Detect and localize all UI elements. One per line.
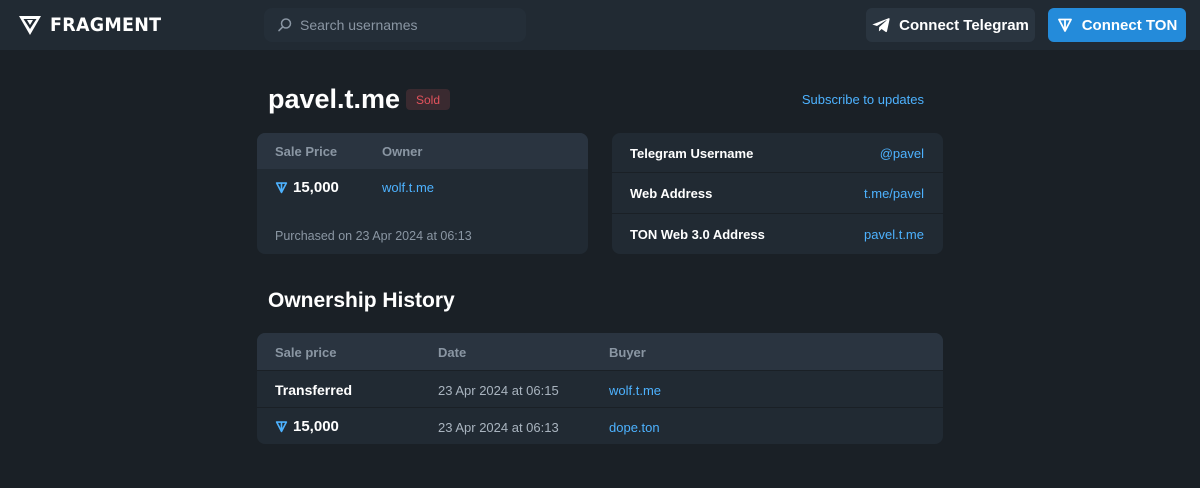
info-row-web-address: Web Address t.me/pavel xyxy=(612,173,943,214)
ton-icon xyxy=(1057,18,1072,32)
row-buyer-link[interactable]: dope.ton xyxy=(609,420,660,435)
info-label: Telegram Username xyxy=(630,146,754,161)
column-header-date: Date xyxy=(438,345,467,360)
row-date: 23 Apr 2024 at 06:15 xyxy=(438,383,559,398)
section-title: Ownership History xyxy=(268,289,455,312)
ton-icon xyxy=(275,421,288,433)
connect-ton-label: Connect TON xyxy=(1081,16,1178,34)
address-info-card: Telegram Username @pavel Web Address t.m… xyxy=(612,133,943,254)
table-row: Transferred 23 Apr 2024 at 06:15 wolf.t.… xyxy=(257,370,943,407)
sale-values-row: 15,000 wolf.t.me xyxy=(257,169,588,205)
row-buyer-link[interactable]: wolf.t.me xyxy=(609,383,661,398)
connect-telegram-button[interactable]: Connect Telegram xyxy=(866,8,1035,42)
fragment-logo-icon xyxy=(19,16,41,35)
subscribe-link[interactable]: Subscribe to updates xyxy=(802,92,924,107)
sale-price-value: 15,000 xyxy=(275,179,339,196)
info-row-telegram-username: Telegram Username @pavel xyxy=(612,133,943,174)
purchase-info: Purchased on 23 Apr 2024 at 06:13 xyxy=(257,205,588,254)
info-label: TON Web 3.0 Address xyxy=(630,226,765,242)
connect-ton-button[interactable]: Connect TON xyxy=(1048,8,1186,42)
owner-link[interactable]: wolf.t.me xyxy=(382,180,434,195)
row-price-amount: 15,000 xyxy=(293,418,339,435)
info-value-link[interactable]: pavel.t.me xyxy=(864,227,924,242)
brand-logo[interactable]: FRAGMENT xyxy=(18,13,171,37)
column-header-sale-price: Sale price xyxy=(275,345,337,360)
column-header-buyer: Buyer xyxy=(609,345,646,360)
table-row: 15,000 23 Apr 2024 at 06:13 dope.ton xyxy=(257,407,943,444)
search-input[interactable] xyxy=(300,8,520,42)
sale-card-header: Sale Price Owner xyxy=(257,133,588,169)
page-title: pavel.t.me xyxy=(268,84,401,114)
row-price: Transferred xyxy=(275,382,353,398)
info-row-ton-address: TON Web 3.0 Address pavel.t.me xyxy=(612,214,943,254)
telegram-icon xyxy=(872,18,890,33)
connect-telegram-label: Connect Telegram xyxy=(899,16,1029,34)
info-value-link[interactable]: @pavel xyxy=(880,146,924,161)
table-header: Sale price Date Buyer xyxy=(257,333,943,370)
ton-icon xyxy=(275,182,288,194)
row-price: 15,000 xyxy=(275,418,339,435)
search-icon xyxy=(278,18,292,32)
sale-price-amount: 15,000 xyxy=(293,179,339,196)
ownership-history-table: Sale price Date Buyer Transferred 23 Apr… xyxy=(257,333,943,444)
row-date: 23 Apr 2024 at 06:13 xyxy=(438,420,559,435)
top-bar: FRAGMENT Connect Telegram Connect TON xyxy=(0,0,1200,50)
info-label: Web Address xyxy=(630,186,713,202)
search-box[interactable] xyxy=(264,8,526,42)
sale-price-header: Sale Price xyxy=(275,144,338,159)
status-badge: Sold xyxy=(406,89,451,110)
sale-card: Sale Price Owner 15,000 wolf.t.me Purcha… xyxy=(257,133,588,254)
info-value-link[interactable]: t.me/pavel xyxy=(864,186,924,201)
brand-name: FRAGMENT xyxy=(50,14,162,36)
owner-header: Owner xyxy=(382,144,423,159)
purchase-date: Purchased on 23 Apr 2024 at 06:13 xyxy=(275,229,472,243)
